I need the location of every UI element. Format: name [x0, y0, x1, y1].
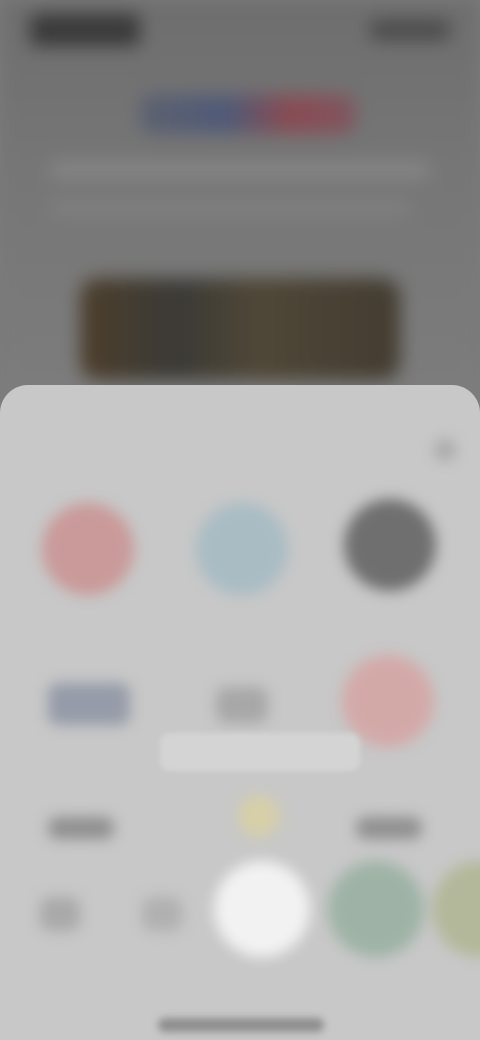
app-logo — [140, 95, 355, 133]
action-icon[interactable] — [356, 817, 422, 839]
background-app — [0, 0, 480, 420]
home-indicator[interactable] — [158, 1018, 324, 1032]
app-icon-grey[interactable] — [216, 687, 268, 723]
app-icon-pink[interactable] — [342, 655, 434, 747]
action-icon-5[interactable] — [432, 861, 480, 957]
action-icon-4[interactable] — [328, 861, 424, 957]
background-thumbnail — [80, 278, 400, 380]
status-bar-indicators — [370, 20, 450, 40]
action-icon[interactable] — [238, 795, 280, 837]
background-text-line — [50, 162, 430, 178]
app-icon-red[interactable] — [42, 503, 134, 595]
more-options-icon[interactable] — [434, 439, 456, 461]
app-icon-blue[interactable] — [196, 503, 288, 595]
app-icon-slate[interactable] — [48, 683, 130, 725]
screen — [0, 0, 480, 1040]
background-text-line — [50, 200, 410, 216]
app-icon-dark[interactable] — [344, 499, 436, 591]
share-sheet-content — [0, 385, 480, 1040]
share-sheet — [0, 385, 480, 1040]
action-icon-3[interactable] — [214, 861, 310, 957]
action-icon[interactable] — [48, 817, 114, 839]
action-icon-2[interactable] — [142, 897, 182, 931]
status-bar-time — [30, 14, 140, 46]
action-icon-1[interactable] — [40, 897, 80, 931]
toast-message — [160, 733, 360, 771]
